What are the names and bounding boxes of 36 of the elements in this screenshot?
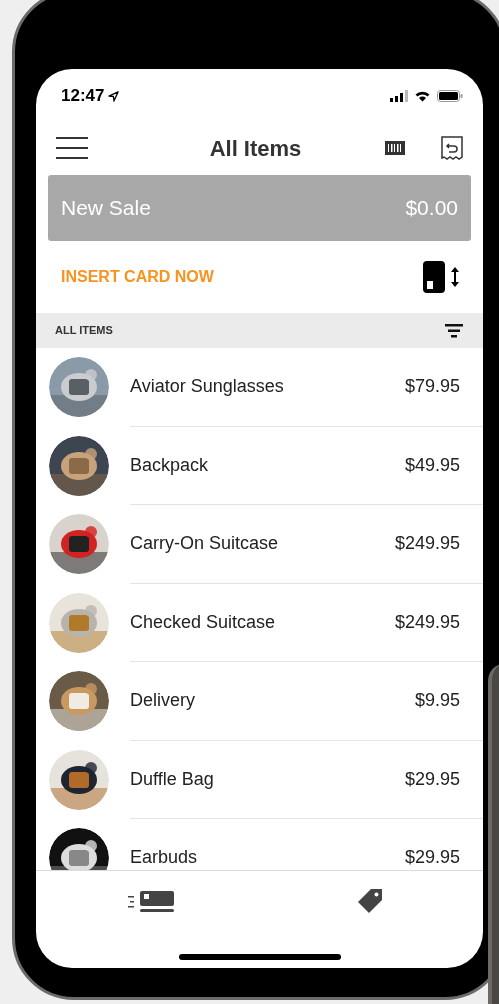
item-name: Aviator Sunglasses [130,375,284,399]
barcode-icon[interactable] [385,141,405,155]
item-price: $29.95 [404,767,460,791]
item-price: $49.95 [404,453,460,477]
item-name: Backpack [130,453,209,477]
menu-button[interactable] [56,137,88,159]
item-row[interactable]: Carry-On Suitcase $249.95 [36,505,483,584]
item-row[interactable]: Delivery $9.95 [36,662,483,741]
tag-icon[interactable] [357,887,384,914]
filter-icon[interactable] [445,323,463,338]
item-row[interactable]: Aviator Sunglasses $79.95 [36,348,483,427]
item-row[interactable]: Checked Suitcase $249.95 [36,583,483,662]
section-title: ALL ITEMS [55,323,113,339]
location-arrow-icon [108,90,120,102]
wifi-icon [414,90,431,102]
item-price: $79.95 [404,375,460,399]
item-price: $249.95 [394,532,460,556]
item-name: Delivery [130,689,195,713]
item-name: Earbuds [130,846,198,870]
signal-icon [390,90,408,102]
card-prompt: INSERT CARD NOW [61,267,214,287]
sale-total: $0.00 [405,195,458,222]
card-swipe-icon[interactable] [127,888,174,913]
item-name: Duffle Bag [130,767,214,791]
item-row[interactable]: Backpack $49.95 [36,426,483,505]
item-name: Checked Suitcase [130,610,276,634]
item-price: $249.95 [394,610,460,634]
item-price: $9.95 [414,689,460,713]
receipt-return-icon[interactable] [441,136,463,160]
screen-title: All Items [208,134,303,163]
item-price: $29.95 [404,846,460,870]
battery-icon [437,90,463,102]
item-row[interactable]: Duffle Bag $29.95 [36,740,483,819]
status-time: 12:47 [61,85,105,108]
item-name: Carry-On Suitcase [130,532,279,556]
sale-label: New Sale [61,195,151,222]
